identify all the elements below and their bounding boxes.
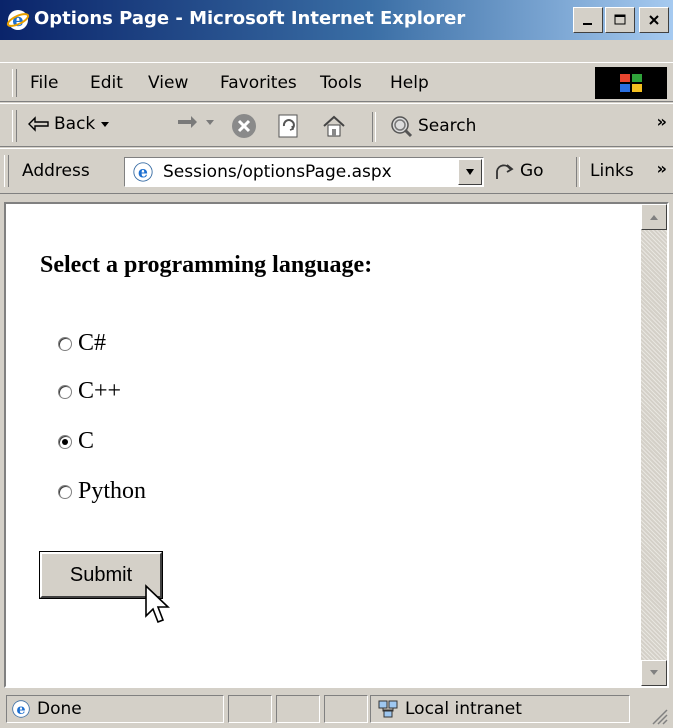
status-pane — [276, 695, 320, 723]
svg-text:e: e — [138, 163, 148, 182]
scroll-down-button[interactable] — [641, 660, 667, 686]
menu-favorites[interactable]: Favorites — [220, 73, 297, 93]
menu-edit[interactable]: Edit — [90, 73, 123, 93]
menu-bar: File Edit View Favorites Tools Help — [0, 62, 673, 102]
forward-arrow-icon — [178, 116, 197, 128]
minimize-button[interactable] — [573, 7, 603, 33]
close-button[interactable] — [639, 7, 669, 33]
stop-button[interactable] — [230, 112, 258, 140]
home-button[interactable] — [320, 112, 348, 140]
resize-grip-icon[interactable] — [649, 706, 669, 726]
page-heading: Select a programming language: — [40, 252, 373, 278]
status-text-pane: e Done — [6, 695, 224, 723]
go-button[interactable]: Go — [494, 161, 544, 181]
status-pane — [324, 695, 368, 723]
back-arrow-icon — [28, 116, 49, 132]
menu-view[interactable]: View — [148, 73, 188, 93]
zone-text: Local intranet — [405, 699, 522, 719]
menubar-grip[interactable] — [12, 69, 17, 97]
security-zone-pane: Local intranet — [370, 695, 630, 723]
svg-text:e: e — [12, 10, 23, 31]
address-label: Address — [22, 161, 90, 181]
search-label: Search — [418, 116, 477, 136]
addressbar-separator — [576, 157, 580, 187]
windows-logo-icon — [595, 67, 667, 99]
stop-icon — [232, 114, 256, 138]
go-label: Go — [520, 161, 544, 181]
back-label: Back — [54, 114, 96, 134]
standard-toolbar: Back Search » — [0, 103, 673, 147]
go-icon — [496, 164, 514, 179]
forward-button[interactable] — [176, 114, 216, 130]
ie-page-icon: e — [133, 162, 153, 182]
option-cpp[interactable]: C++ — [58, 378, 121, 405]
status-bar: e Done Local intranet — [0, 690, 673, 728]
option-label: C++ — [78, 378, 122, 404]
scroll-up-button[interactable] — [641, 204, 667, 230]
menu-file[interactable]: File — [30, 73, 58, 93]
addressbar-grip[interactable] — [4, 155, 9, 187]
title-bar[interactable]: e Options Page - Microsoft Internet Expl… — [0, 0, 673, 40]
status-text: Done — [37, 699, 82, 719]
chevron-down-icon — [206, 120, 214, 125]
maximize-icon — [614, 14, 626, 25]
option-label: Python — [78, 478, 147, 504]
menu-tools[interactable]: Tools — [320, 73, 362, 93]
address-value: Sessions/optionsPage.aspx — [163, 162, 392, 182]
browser-window: e Options Page - Microsoft Internet Expl… — [0, 0, 673, 728]
refresh-icon — [278, 114, 298, 138]
radio-c[interactable] — [58, 434, 72, 449]
page-viewport: Select a programming language: C# C++ C … — [4, 202, 669, 688]
window-controls — [573, 7, 669, 33]
back-button[interactable]: Back — [28, 114, 111, 134]
radio-cpp[interactable] — [58, 384, 72, 399]
chevron-down-icon — [101, 122, 110, 127]
svg-text:e: e — [16, 702, 25, 718]
option-label: C — [78, 428, 95, 454]
search-button[interactable]: Search — [388, 114, 476, 138]
toolbar-grip[interactable] — [12, 110, 17, 142]
chevron-down-icon — [650, 670, 658, 675]
toolbar-more-icon[interactable]: » — [657, 112, 667, 131]
links-button[interactable]: Links — [590, 161, 634, 181]
chevron-down-icon — [466, 169, 474, 175]
links-more-icon[interactable]: » — [657, 159, 667, 178]
address-input[interactable]: e Sessions/optionsPage.aspx — [124, 157, 484, 187]
vertical-scrollbar[interactable] — [641, 204, 667, 686]
ie-icon: e — [6, 10, 30, 31]
menu-help[interactable]: Help — [390, 73, 429, 93]
home-icon — [323, 115, 345, 137]
refresh-button[interactable] — [274, 112, 302, 140]
ie-icon: e — [12, 700, 30, 718]
minimize-icon — [583, 23, 592, 25]
option-c[interactable]: C — [58, 428, 94, 455]
search-icon — [391, 116, 413, 138]
window-title: Options Page - Microsoft Internet Explor… — [34, 8, 466, 29]
option-csharp[interactable]: C# — [58, 330, 106, 357]
close-icon — [649, 15, 659, 25]
intranet-icon — [378, 700, 398, 718]
option-label: C# — [78, 330, 107, 356]
option-python[interactable]: Python — [58, 478, 146, 505]
mouse-cursor-icon — [145, 584, 170, 624]
status-pane — [228, 695, 272, 723]
address-bar: Address e Sessions/optionsPage.aspx Go L… — [0, 148, 673, 194]
toolbar-separator — [372, 112, 376, 142]
maximize-button[interactable] — [605, 7, 635, 33]
address-dropdown-button[interactable] — [458, 159, 482, 185]
radio-csharp[interactable] — [58, 336, 72, 351]
chevron-up-icon — [650, 215, 658, 220]
radio-python[interactable] — [58, 484, 72, 499]
